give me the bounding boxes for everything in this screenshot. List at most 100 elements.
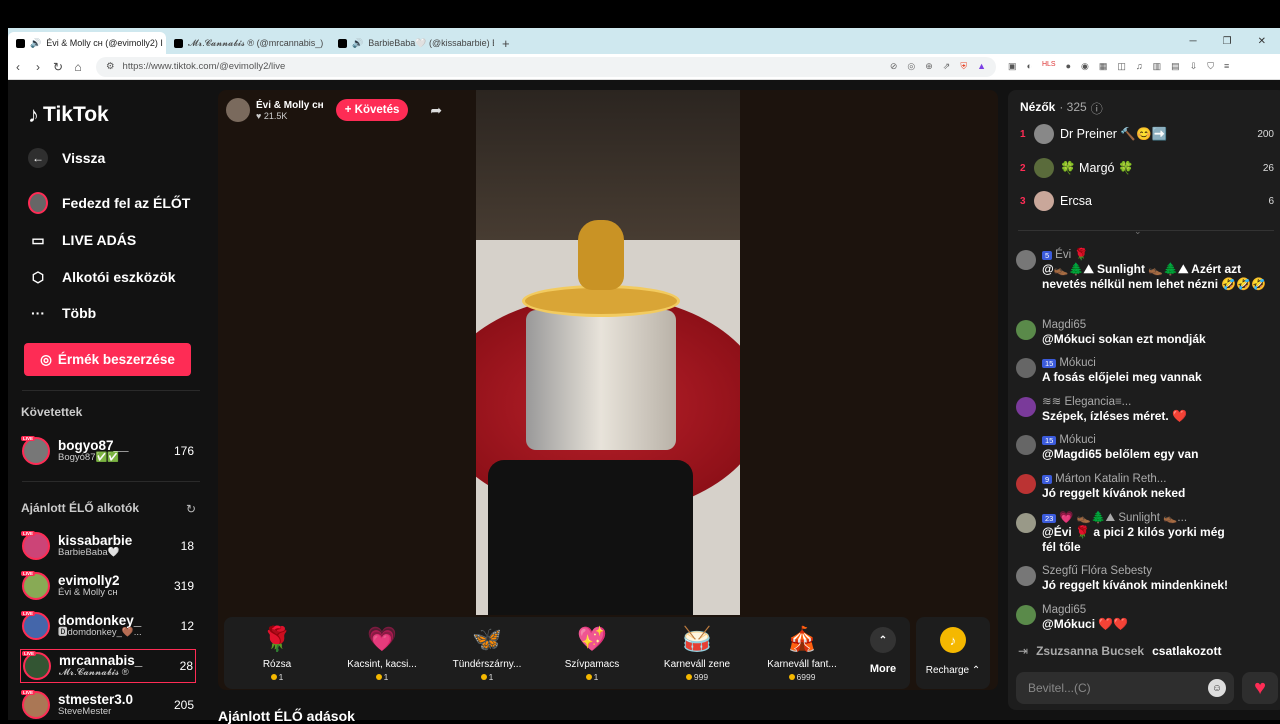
download-icon[interactable]: ⇩ bbox=[1190, 61, 1198, 72]
chat-message[interactable]: Magdi65 @Mókuci sokan ezt mondják bbox=[1016, 318, 1278, 347]
vpn-icon[interactable]: ⛉ bbox=[1207, 61, 1214, 72]
share-icon[interactable]: ⇗ bbox=[943, 61, 951, 72]
nav-creator-tools[interactable]: ⬡ Alkotói eszközök bbox=[28, 267, 176, 287]
close-window-icon[interactable]: ✕ bbox=[1258, 36, 1266, 47]
account-name: mrcannabis_ bbox=[59, 652, 143, 668]
gift-item[interactable]: 💖 Szívpamacs 1 bbox=[539, 617, 645, 689]
chat-user-name: Szegfű Flóra Sebesty bbox=[1042, 565, 1152, 577]
top-viewer-row[interactable]: 2 🍀 Margó 🍀 26 bbox=[1020, 156, 1274, 180]
fairy-wings-icon: 🦋 bbox=[472, 625, 502, 653]
streamer-likes: ♥ 21.5K bbox=[256, 110, 288, 121]
live-video-stage[interactable]: Évi & Molly ᴄʜ ♥ 21.5K + Követés ➦ bbox=[218, 90, 998, 690]
address-bar[interactable]: ⚙ https://www.tiktok.com/@evimolly2/live… bbox=[96, 56, 996, 77]
share-icon[interactable]: ➦ bbox=[430, 102, 442, 119]
more-gifts-button[interactable]: ⌃ More bbox=[858, 617, 908, 689]
chat-message[interactable]: 15 Mókuci A fosás előjelei meg vannak bbox=[1016, 356, 1278, 385]
new-tab-button[interactable]: + bbox=[494, 32, 518, 54]
minimize-icon[interactable]: ─ bbox=[1190, 36, 1197, 47]
menu-icon[interactable]: ≡ bbox=[1224, 61, 1229, 72]
chat-message[interactable]: 9 Márton Katalin Reth... Jó reggelt kíván… bbox=[1016, 472, 1278, 501]
account-nickname: Évi & Molly ᴄʜ bbox=[58, 587, 118, 599]
viewer-rank: 3 bbox=[1020, 195, 1026, 207]
translate-icon[interactable]: ▣ bbox=[1008, 61, 1017, 72]
chat-message[interactable]: ≋≋ Elegancia≡... Szépek, ízléses méret. … bbox=[1016, 395, 1278, 424]
nav-more[interactable]: ··· Több bbox=[28, 303, 96, 323]
camera-icon: ▭ bbox=[31, 231, 45, 248]
shield-icon[interactable]: ⛨ bbox=[960, 61, 967, 72]
zoom-icon[interactable]: ⊕ bbox=[925, 61, 933, 72]
emoji-icon[interactable]: ☺ bbox=[1208, 679, 1226, 697]
browser-tab[interactable]: 🔊 BarbieBaba🤍 (@kissabarbie) ÉL bbox=[330, 32, 494, 54]
gift-price-value: 1 bbox=[278, 672, 284, 682]
avatar: LIVE bbox=[22, 651, 51, 680]
warning-icon[interactable]: ▲ bbox=[977, 61, 986, 72]
gift-item[interactable]: 🥁 Karneváll zene 999 bbox=[644, 617, 750, 689]
like-heart-button[interactable]: ♥ bbox=[1242, 672, 1278, 704]
right-panel: Nézők · 325 ⓘ 1 Dr Preiner 🔨😊➡️ 200 2 🍀 … bbox=[1008, 90, 1280, 710]
account-item[interactable]: LIVE domdonkey_ 🅳domdonkey_🤎... 12 bbox=[20, 609, 196, 643]
sidebar-icon[interactable]: ▥ bbox=[1153, 61, 1162, 72]
refresh-icon[interactable]: ↻ bbox=[186, 502, 196, 516]
nav-explore-live[interactable]: Fedezd fel az ÉLŐT bbox=[28, 192, 190, 214]
extension-icon[interactable]: ◉ bbox=[1081, 61, 1089, 72]
mute-icon[interactable]: ⊘ bbox=[890, 61, 898, 72]
follow-button[interactable]: + Követés bbox=[335, 99, 409, 121]
gift-item[interactable]: 🦋 Tündérszárny... 1 bbox=[434, 617, 540, 689]
chat-message[interactable]: 5 Évi 🌹 @👞🌲⛰ Sunlight 👞🌲⛰ Azért azt nevet… bbox=[1016, 248, 1278, 292]
divider bbox=[1018, 230, 1274, 231]
streamer-name[interactable]: Évi & Molly ᴄʜ bbox=[256, 100, 324, 111]
restore-icon[interactable]: ❐ bbox=[1223, 36, 1232, 47]
tiktok-logo[interactable]: ♪ TikTok bbox=[28, 102, 109, 128]
chevron-down-icon[interactable]: ⌄ bbox=[1134, 226, 1142, 237]
browser-tab[interactable]: 𝓜𝓻.𝓒𝓪𝓷𝓷𝓪𝓫𝓲𝓼 ® (@mrcannabis_) bbox=[166, 32, 330, 54]
back-arrow-icon[interactable]: ‹ bbox=[8, 60, 28, 74]
gift-item[interactable]: 🎪 Karneváll fant... 6999 bbox=[749, 617, 855, 689]
extension-icon[interactable]: ● bbox=[1066, 61, 1071, 72]
rose-icon: 🌹 bbox=[262, 625, 292, 653]
extension-icon[interactable]: ▦ bbox=[1099, 61, 1108, 72]
account-item[interactable]: LIVE stmester3.0 SteveMester 205 bbox=[20, 688, 196, 722]
chat-message[interactable]: 15 Mókuci @Magdi65 belőlem egy van bbox=[1016, 433, 1278, 462]
recharge-button[interactable]: ♪ Recharge ⌃ bbox=[916, 617, 990, 689]
account-item-selected[interactable]: LIVE mrcannabis_ 𝓜𝓻.𝓒𝓪𝓷𝓷𝓪𝓫𝓲𝓼 ® 28 bbox=[20, 649, 196, 683]
account-item[interactable]: LIVE bogyo87__ Bogyó87✅✅ 176 bbox=[20, 434, 196, 468]
music-icon[interactable]: ♫ bbox=[1136, 61, 1143, 72]
screenshot-icon[interactable]: ◎ bbox=[907, 61, 915, 72]
streamer-avatar[interactable] bbox=[226, 98, 250, 122]
chat-text: Szépek, ízléses méret. ❤️ bbox=[1042, 409, 1188, 424]
chat-input[interactable]: Bevitel...(C) ☺ bbox=[1016, 672, 1234, 704]
chat-message[interactable]: Magdi65 @Mókuci ❤️❤️ bbox=[1016, 603, 1278, 632]
avatar bbox=[1016, 513, 1036, 533]
get-coins-button[interactable]: ◎ Érmék beszerzése bbox=[24, 343, 191, 376]
wallet-icon[interactable]: ▤ bbox=[1171, 61, 1180, 72]
avatar bbox=[1016, 358, 1036, 378]
account-item[interactable]: LIVE evimolly2 Évi & Molly ᴄʜ 319 bbox=[20, 569, 196, 603]
top-viewer-row[interactable]: 1 Dr Preiner 🔨😊➡️ 200 bbox=[1020, 122, 1274, 146]
gift-item[interactable]: 🌹 Rózsa 1 bbox=[224, 617, 330, 689]
nav-live-broadcast[interactable]: ▭ LIVE ADÁS bbox=[28, 230, 136, 250]
account-item[interactable]: LIVE kissabarbie BarbieBaba🤍 18 bbox=[20, 529, 196, 563]
window-controls: ─ ❐ ✕ bbox=[1190, 36, 1280, 47]
chat-message[interactable]: 23 💗 👞🌲⛰ Sunlight 👞... @Évi 🌹 a pici 2 ki… bbox=[1016, 511, 1278, 555]
reload-icon[interactable]: ↻ bbox=[48, 60, 68, 74]
live-badge: LIVE bbox=[21, 436, 36, 441]
forward-arrow-icon[interactable]: › bbox=[28, 60, 48, 74]
avatar bbox=[1016, 566, 1036, 586]
back-arrow-icon: ← bbox=[28, 148, 48, 168]
viewer-count: 319 bbox=[173, 579, 194, 593]
browser-tab[interactable]: 🔊 Évi & Molly ᴄʜ (@evimolly2) I ✕ bbox=[8, 32, 166, 54]
home-icon[interactable]: ⌂ bbox=[68, 60, 88, 74]
back-link[interactable]: ← Vissza bbox=[28, 148, 105, 168]
extension-icon[interactable]: ◐ bbox=[1027, 61, 1032, 72]
extension-icon[interactable]: ◫ bbox=[1117, 61, 1126, 72]
live-badge: LIVE bbox=[21, 531, 36, 536]
site-info-icon[interactable]: ⚙ bbox=[106, 61, 115, 72]
joined-user[interactable]: Zsuzsanna Bucsek bbox=[1036, 644, 1144, 658]
gift-item[interactable]: 💗 Kacsint, kacsi... 1 bbox=[329, 617, 435, 689]
help-icon[interactable]: ⓘ bbox=[1091, 100, 1103, 117]
gift-name: Rózsa bbox=[262, 659, 292, 670]
hls-icon[interactable]: HLS bbox=[1042, 61, 1056, 72]
top-viewer-row[interactable]: 3 Ercsa 6 bbox=[1020, 189, 1274, 213]
chat-message[interactable]: Szegfű Flóra Sebesty Jó reggelt kívánok … bbox=[1016, 564, 1278, 593]
live-video[interactable] bbox=[476, 90, 740, 615]
